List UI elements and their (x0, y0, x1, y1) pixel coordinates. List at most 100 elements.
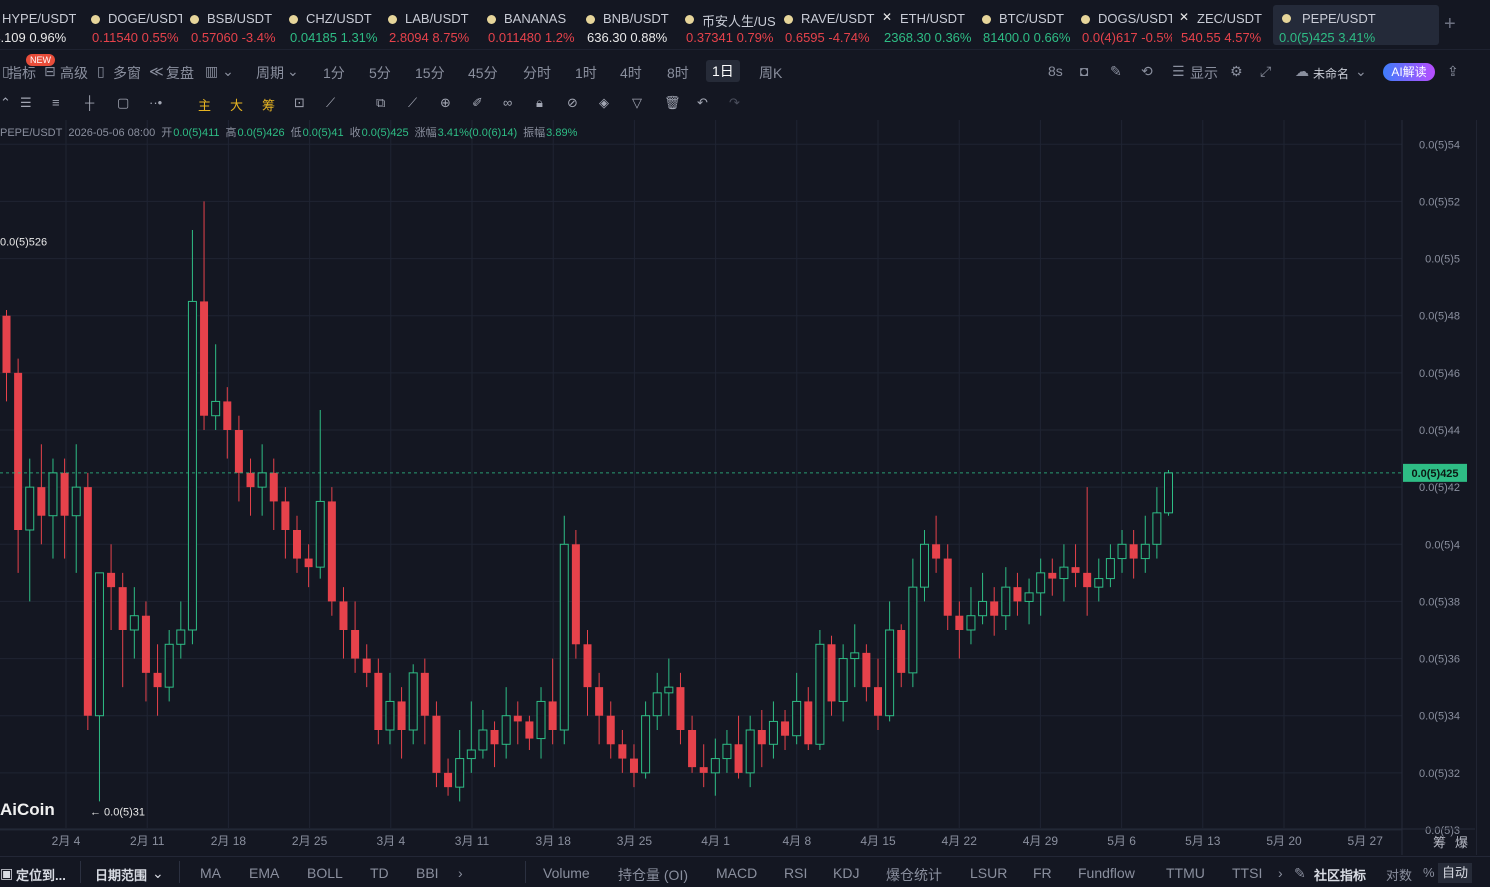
candle-body (978, 600, 988, 617)
ticker-4[interactable]: LAB/USDT 2.8094 8.75% (383, 8, 479, 46)
x-tick-label: 2月 4 (52, 834, 81, 848)
period-15m[interactable]: 15分 (415, 63, 445, 83)
rsi-indicator[interactable]: RSI (784, 865, 807, 881)
ticker-2[interactable]: BSB/USDT 0.57060 -3.4% (185, 8, 281, 46)
big-order-button[interactable]: 大 (230, 95, 243, 114)
undo-icon[interactable]: ↶ (697, 95, 708, 111)
period-4h[interactable]: 4时 (620, 63, 642, 83)
ticker-6[interactable]: BNB/USDT 636.30 0.88% (581, 8, 677, 46)
layout-name-dropdown[interactable]: 未命名 (1313, 65, 1349, 82)
date-range-button[interactable]: 日期范围 (95, 865, 147, 884)
ma-indicator[interactable]: MA (200, 865, 221, 881)
low-price-label: ← 0.0(5)31 (90, 806, 145, 818)
chart-type-button[interactable]: ▥ ⌄ (205, 63, 234, 80)
log-scale-toggle[interactable]: 对数 (1386, 865, 1412, 884)
more-main-indicators-icon[interactable]: › (458, 865, 463, 881)
filter-icon[interactable]: ▽ (632, 95, 642, 111)
lsur-indicator[interactable]: LSUR (970, 865, 1007, 881)
camera-icon[interactable]: ◘ (1080, 63, 1088, 79)
lock-icon[interactable]: 🔒︎ (536, 95, 543, 111)
boll-indicator[interactable]: BOLL (307, 865, 343, 881)
ticker-5[interactable]: BANANAS 0.011480 1.2% (482, 8, 578, 46)
drawing-toolbar: ⌃ ☰ ≡ ┼ ▢ ··• 主 大 筹 ⊡ ⟋ ⧉ ⟋ ⊕ ✐ ∞ 🔒︎ ⊘ ◈… (0, 92, 760, 116)
pen-icon[interactable]: ✎ (1110, 63, 1122, 80)
ticker-symbol: CHZ/USDT (306, 11, 372, 26)
measure-icon[interactable]: ⟋ (326, 95, 335, 111)
ticker-7[interactable]: 币安人生/USDT0.37341 0.79% (680, 8, 776, 46)
advanced-button[interactable]: 高级 (60, 63, 88, 83)
percent-scale-toggle[interactable]: % (1423, 865, 1435, 880)
ticker-11[interactable]: DOGS/USDT 0.0(4)617 -0.5% (1076, 8, 1172, 46)
ttsi-indicator[interactable]: TTSI (1232, 865, 1262, 881)
ticker-active[interactable]: PEPE/USDT 0.0(5)425 3.41% (1273, 5, 1439, 45)
trash-icon[interactable]: 🗑︎ (664, 95, 681, 111)
auto-scale-toggle[interactable]: 自动 (1438, 863, 1473, 883)
magnet-icon[interactable]: ∞ (503, 95, 512, 110)
period-1d[interactable]: 1日 (706, 60, 740, 82)
volume-indicator[interactable]: Volume (543, 865, 590, 881)
hline-icon[interactable]: ┼ (85, 95, 94, 110)
indicators-button[interactable]: 指标 (8, 63, 36, 83)
right-scroll-strip[interactable] (1476, 120, 1490, 855)
ticker-12[interactable]: ✕ ZEC/USDT 540.55 4.57% (1175, 8, 1271, 46)
display-button[interactable]: 显示 (1190, 63, 1218, 83)
lines-icon[interactable]: ☰ (20, 95, 32, 111)
add-ticker-button[interactable]: + (1444, 13, 1456, 36)
copy-icon[interactable]: ⧉ (376, 95, 385, 111)
ticker-8[interactable]: RAVE/USDT 0.6595 -4.74% (779, 8, 875, 46)
zoom-icon[interactable]: ⊕ (440, 95, 451, 111)
hide-icon[interactable]: ⊘ (567, 95, 578, 111)
edit-icon[interactable]: ⊡ (294, 95, 305, 111)
chevron-down-icon[interactable]: ⌄ (287, 63, 299, 80)
ai-interpret-button[interactable]: AI解读 (1383, 63, 1435, 81)
bbi-indicator[interactable]: BBI (416, 865, 439, 881)
ema-indicator[interactable]: EMA (249, 865, 279, 881)
fullscreen-icon[interactable]: ⤢ (1260, 63, 1271, 80)
refresh-icon[interactable]: ⟲ (1141, 63, 1153, 80)
chip-distribution-toggle[interactable]: 筹 (1433, 835, 1446, 851)
multi-window-button[interactable]: 多窗 (113, 63, 141, 83)
ticker-10[interactable]: BTC/USDT 81400.0 0.66% (977, 8, 1073, 46)
macd-indicator[interactable]: MACD (716, 865, 757, 881)
settings-icon[interactable]: ⚙ (1230, 63, 1243, 80)
chip-button[interactable]: 筹 (262, 95, 275, 114)
candle-body (153, 672, 162, 688)
ticker-1[interactable]: DOGE/USDT 0.11540 0.55% (86, 8, 182, 46)
more-sub-indicators-icon[interactable]: › (1278, 865, 1283, 881)
locate-button[interactable]: 定位到... (16, 865, 66, 884)
liquidation-toggle[interactable]: 爆 (1455, 836, 1468, 851)
period-1m[interactable]: 1分 (323, 63, 345, 83)
period-8h[interactable]: 8时 (667, 63, 689, 83)
ruler-icon[interactable]: ⟋ (408, 95, 417, 111)
td-indicator[interactable]: TD (370, 865, 389, 881)
share-icon[interactable]: ⇪ (1447, 63, 1459, 80)
community-indicators-button[interactable]: 社区指标 (1314, 865, 1366, 884)
fr-indicator[interactable]: FR (1033, 865, 1052, 881)
chevron-down-icon[interactable]: ⌄ (1355, 63, 1367, 80)
redo-icon[interactable]: ↷ (729, 95, 740, 111)
rect-icon[interactable]: ▢ (117, 95, 129, 111)
period-45m[interactable]: 45分 (468, 63, 498, 83)
brush-icon[interactable]: ✐ (472, 95, 483, 111)
replay-button[interactable]: 复盘 (166, 63, 194, 83)
kdj-indicator[interactable]: KDJ (833, 865, 859, 881)
oi-indicator[interactable]: 持仓量 (OI) (618, 865, 688, 885)
ticker-price: 540.55 4.57% (1181, 30, 1262, 45)
period-5m[interactable]: 5分 (369, 63, 391, 83)
cursor-icon[interactable]: ⌃ (0, 95, 11, 111)
candlestick-chart[interactable]: 2月 4 2月 11 2月 18 2月 25 3月 4 3月 11 3月 18 3月 25 4月… (0, 120, 1475, 855)
liquidation-indicator[interactable]: 爆仓统计 (886, 865, 942, 885)
main-chart-button[interactable]: 主 (198, 95, 211, 114)
layers-icon[interactable]: ◈ (599, 95, 609, 111)
ttmu-indicator[interactable]: TTMU (1166, 865, 1205, 881)
ticker-0[interactable]: HYPE/USDT 44.109 0.96% (0, 8, 76, 46)
fundflow-indicator[interactable]: Fundflow (1078, 865, 1135, 881)
dots-icon[interactable]: ··• (149, 95, 162, 110)
ticker-9[interactable]: ✕ ETH/USDT 2368.30 0.36% (878, 8, 974, 46)
period-week[interactable]: 周K (759, 63, 782, 83)
channel-icon[interactable]: ≡ (52, 95, 60, 110)
period-timeline[interactable]: 分时 (523, 63, 551, 83)
chevron-down-icon[interactable]: ⌄ (152, 865, 164, 882)
ticker-3[interactable]: CHZ/USDT 0.04185 1.31% (284, 8, 380, 46)
period-1h[interactable]: 1时 (575, 63, 597, 83)
